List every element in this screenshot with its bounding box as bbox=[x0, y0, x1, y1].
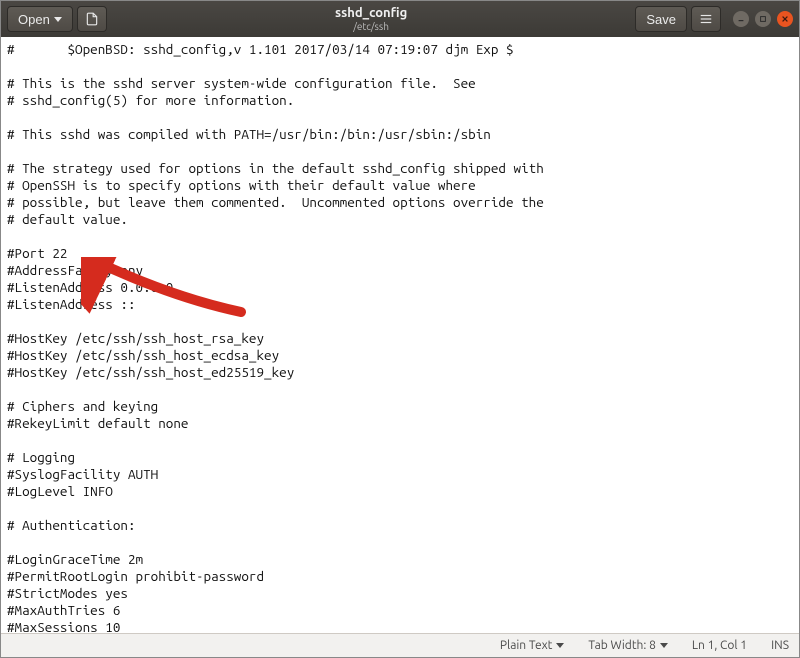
title-center: sshd_config /etc/ssh bbox=[107, 6, 636, 31]
save-button[interactable]: Save bbox=[635, 6, 687, 32]
titlebar-left-group: Open bbox=[7, 6, 107, 32]
window-subtitle: /etc/ssh bbox=[107, 21, 636, 32]
new-document-button[interactable] bbox=[77, 6, 107, 32]
minimize-icon bbox=[737, 15, 745, 23]
insert-mode-indicator[interactable]: INS bbox=[771, 639, 789, 652]
window-maximize-button[interactable] bbox=[755, 11, 771, 27]
language-mode-selector[interactable]: Plain Text bbox=[500, 639, 565, 652]
window-title: sshd_config bbox=[107, 6, 636, 20]
chevron-down-icon bbox=[660, 643, 668, 648]
save-button-label: Save bbox=[646, 12, 676, 27]
tab-width-label: Tab Width: 8 bbox=[588, 639, 655, 652]
language-mode-label: Plain Text bbox=[500, 639, 553, 652]
window-close-button[interactable] bbox=[777, 11, 793, 27]
new-document-icon bbox=[85, 12, 99, 26]
close-icon bbox=[781, 15, 789, 23]
editor-area[interactable]: # $OpenBSD: sshd_config,v 1.101 2017/03/… bbox=[1, 37, 799, 633]
hamburger-icon bbox=[699, 12, 713, 26]
chevron-down-icon bbox=[54, 17, 62, 22]
hamburger-menu-button[interactable] bbox=[691, 6, 721, 32]
insert-mode-label: INS bbox=[771, 639, 789, 652]
cursor-position[interactable]: Ln 1, Col 1 bbox=[692, 639, 747, 652]
chevron-down-icon bbox=[556, 643, 564, 648]
titlebar-right-group: Save bbox=[635, 6, 793, 32]
window-controls bbox=[733, 11, 793, 27]
open-button[interactable]: Open bbox=[7, 6, 73, 32]
tab-width-selector[interactable]: Tab Width: 8 bbox=[588, 639, 667, 652]
open-button-label: Open bbox=[18, 12, 50, 27]
titlebar: Open sshd_config /etc/ssh Save bbox=[1, 1, 799, 37]
file-content[interactable]: # $OpenBSD: sshd_config,v 1.101 2017/03/… bbox=[7, 41, 793, 633]
cursor-position-label: Ln 1, Col 1 bbox=[692, 639, 747, 652]
maximize-icon bbox=[759, 15, 767, 23]
window-minimize-button[interactable] bbox=[733, 11, 749, 27]
statusbar: Plain Text Tab Width: 8 Ln 1, Col 1 INS bbox=[1, 633, 799, 657]
